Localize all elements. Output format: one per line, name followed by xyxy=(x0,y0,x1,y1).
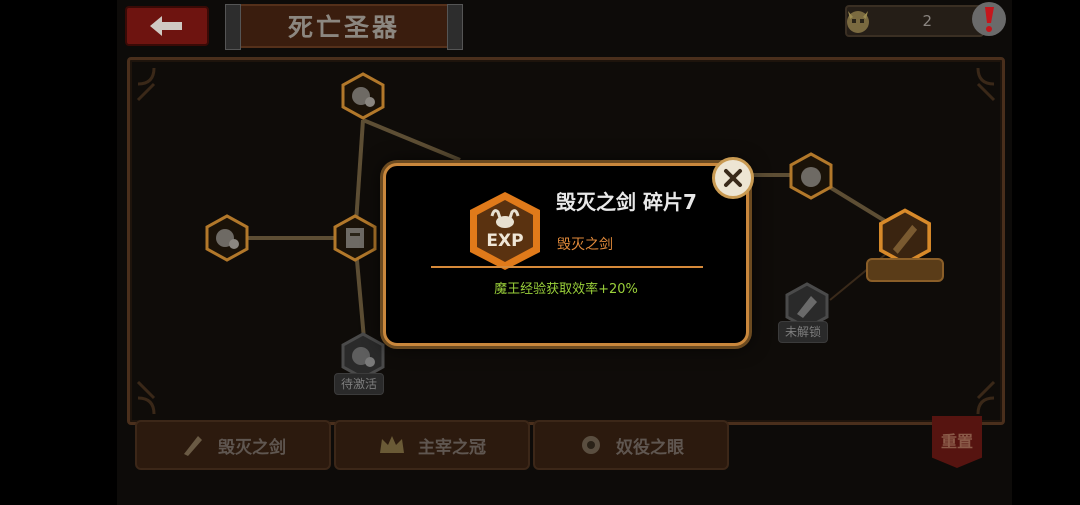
exp-badge-icon: EXP xyxy=(470,192,540,270)
page-title: 死亡圣器 xyxy=(287,13,400,42)
tab-master-crown[interactable]: 主宰之冠 xyxy=(334,420,530,470)
close-icon xyxy=(724,169,742,187)
relic-node[interactable] xyxy=(339,72,387,120)
currency-counter: 2 xyxy=(845,5,984,37)
corner-ornament xyxy=(976,67,996,102)
exclamation-icon[interactable] xyxy=(972,2,1006,36)
counter-value: 2 xyxy=(922,12,932,30)
tab-label: 主宰之冠 xyxy=(418,437,486,458)
reset-button[interactable]: 重置 xyxy=(932,416,982,468)
relic-node[interactable] xyxy=(787,152,835,200)
relic-node[interactable] xyxy=(203,214,251,262)
relic-node[interactable] xyxy=(331,214,379,262)
tab-label: 奴役之眼 xyxy=(616,437,684,458)
tab-destroy-sword[interactable]: 毁灭之剑 xyxy=(135,420,331,470)
reset-label: 重置 xyxy=(940,432,973,451)
exclamation-glyph xyxy=(985,7,994,32)
tab-slave-eye[interactable]: 奴役之眼 xyxy=(533,420,729,470)
eye-icon xyxy=(582,436,600,454)
left-arrow-icon xyxy=(150,16,182,36)
popup-title: 毁灭之剑 碎片7 xyxy=(556,190,697,214)
node-label-locked: 未解锁 xyxy=(778,321,829,343)
badge-text: EXP xyxy=(486,231,523,251)
corner-ornament xyxy=(136,380,156,415)
title-cap-right xyxy=(447,4,463,50)
node-label-pending: 待激活 xyxy=(334,373,385,395)
popup-divider xyxy=(431,266,703,268)
popup-subtitle: 毁灭之剑 xyxy=(557,237,613,253)
title-plate: 死亡圣器 xyxy=(225,4,463,50)
fragment-popup: EXP 毁灭之剑 碎片7 毁灭之剑 魔王经验获取效率+20% xyxy=(383,163,749,346)
title-cap-left xyxy=(225,4,241,50)
crown-icon xyxy=(380,436,404,453)
node-label-highlight xyxy=(866,258,944,282)
link-line xyxy=(362,118,461,162)
sword-icon xyxy=(184,436,202,456)
corner-ornament xyxy=(136,67,156,102)
back-button[interactable] xyxy=(125,6,209,46)
tab-label: 毁灭之剑 xyxy=(218,437,286,458)
popup-effect: 魔王经验获取效率+20% xyxy=(494,282,638,297)
close-button[interactable] xyxy=(712,157,754,199)
corner-ornament xyxy=(976,380,996,415)
demon-skull-icon xyxy=(847,11,869,33)
